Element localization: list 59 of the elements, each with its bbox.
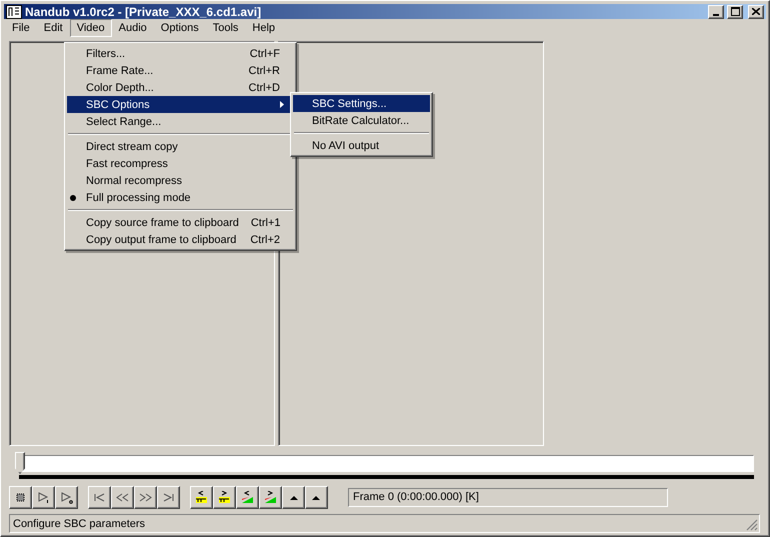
forward-button[interactable] <box>134 486 157 508</box>
menu-bar-item[interactable]: Options <box>154 19 206 37</box>
menu-item[interactable]: Normal recompress <box>67 172 294 189</box>
menu-item[interactable]: SBC Settings... <box>293 95 430 112</box>
fast-forward-icon <box>139 490 152 504</box>
maximize-icon <box>730 7 740 16</box>
menu-bar-item[interactable]: Audio <box>112 19 154 37</box>
end-button[interactable] <box>157 486 180 508</box>
frame-field: Frame 0 (0:00:00.000) [K] <box>348 488 668 506</box>
play-icon <box>60 490 73 504</box>
resize-grip-icon[interactable] <box>746 519 758 531</box>
play-icon <box>37 490 50 504</box>
menu-item[interactable]: Fast recompress <box>67 155 294 172</box>
radio-dot-icon <box>70 194 76 200</box>
next-scene-button[interactable] <box>259 486 282 508</box>
menu-item[interactable]: Full processing mode <box>67 189 294 206</box>
position-slider[interactable] <box>15 452 754 474</box>
key-icon <box>195 490 208 504</box>
stop-icon <box>14 490 27 504</box>
scene-icon <box>264 490 277 504</box>
slider-thumb[interactable] <box>15 452 25 474</box>
minimize-button[interactable] <box>708 4 724 18</box>
menu-item[interactable]: No AVI output <box>293 137 430 154</box>
next-key-button[interactable] <box>213 486 236 508</box>
maximize-button[interactable] <box>727 4 743 18</box>
app-icon <box>6 4 22 18</box>
minimize-icon <box>713 14 719 16</box>
menu-bar-item[interactable]: Edit <box>36 19 70 37</box>
rewind-button[interactable] <box>111 486 134 508</box>
menu-item[interactable]: Direct stream copy <box>67 138 294 155</box>
menu-item[interactable]: BitRate Calculator... <box>293 112 430 129</box>
menu-item[interactable]: Copy source frame to clipboard Ctrl+1 <box>67 214 294 231</box>
close-icon <box>752 8 760 15</box>
stop-button[interactable] <box>9 486 32 508</box>
play-output-button[interactable] <box>55 486 78 508</box>
play-input-button[interactable] <box>32 486 55 508</box>
mark-out-button[interactable] <box>305 486 328 508</box>
submenu-arrow-icon <box>280 100 284 108</box>
menu-bar-item[interactable]: Video <box>70 19 112 37</box>
status-text: Configure SBC parameters <box>13 518 146 530</box>
menu-bar-item[interactable]: Help <box>245 19 282 37</box>
menu-item[interactable]: Filters... Ctrl+F <box>67 45 294 62</box>
mark-in-button[interactable] <box>282 486 305 508</box>
menu-item[interactable]: Copy output frame to clipboard Ctrl+2 <box>67 231 294 248</box>
scene-icon <box>241 490 254 504</box>
window-title: Nandub v1.0rc2 - [Private_XXX_6.cd1.avi] <box>25 4 262 18</box>
prev-scene-button[interactable] <box>236 486 259 508</box>
close-button[interactable] <box>748 4 764 18</box>
menu-item[interactable]: Color Depth... Ctrl+D <box>67 79 294 96</box>
key-icon <box>218 490 231 504</box>
menu-bar-item[interactable]: Tools <box>206 19 246 37</box>
start-button[interactable] <box>88 486 111 508</box>
skip-start-icon <box>93 490 106 504</box>
menu-bar-item[interactable]: File <box>5 19 37 37</box>
menu-item[interactable]: Select Range... <box>67 113 294 130</box>
rewind-icon <box>116 490 129 504</box>
skip-end-icon <box>162 490 175 504</box>
prev-key-button[interactable] <box>190 486 213 508</box>
menu-item[interactable]: Frame Rate... Ctrl+R <box>67 62 294 79</box>
